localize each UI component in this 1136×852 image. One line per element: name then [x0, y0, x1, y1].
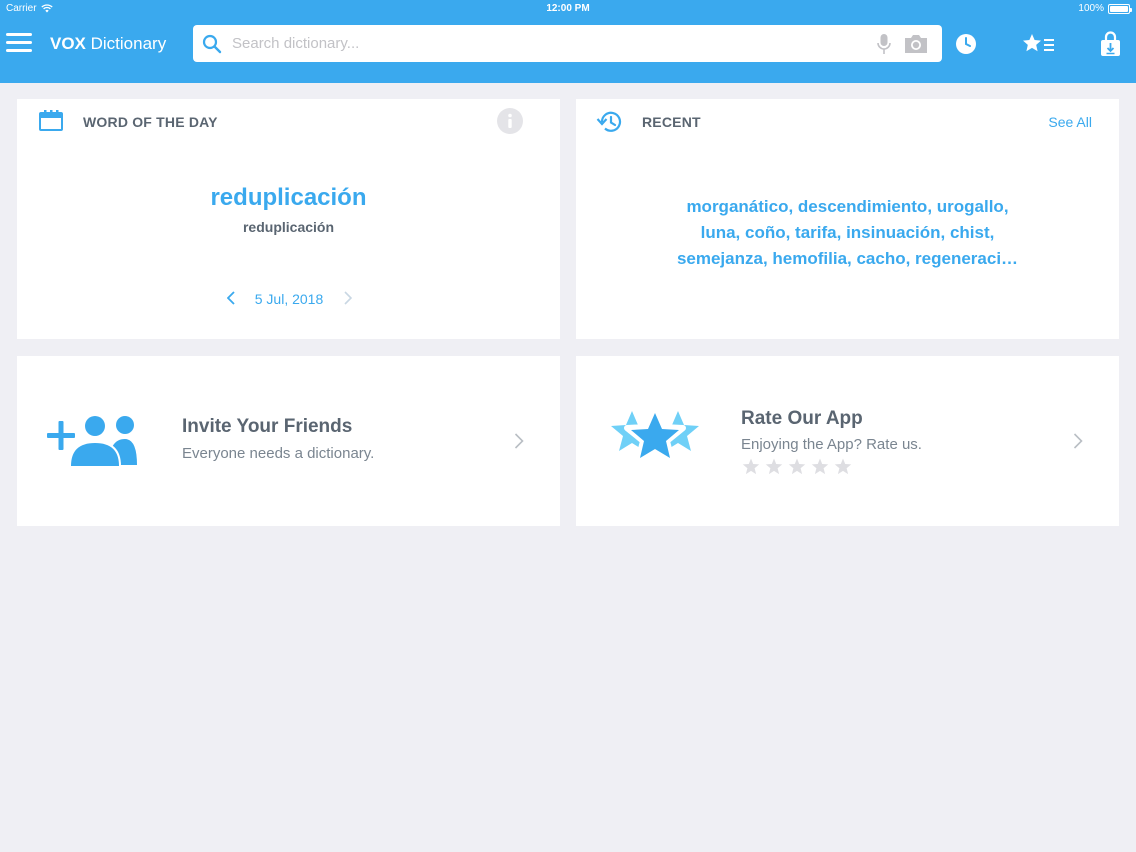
word-of-the-day-word[interactable]: reduplicación	[17, 184, 560, 212]
star-icon[interactable]	[742, 458, 760, 475]
star-icon[interactable]	[765, 458, 783, 475]
star-rating	[742, 458, 852, 475]
app-title: VOX Dictionary	[50, 34, 166, 54]
status-bar: Carrier 12:00 PM 100%	[0, 0, 1136, 18]
recent-card: RECENT See All morganático, descendimien…	[576, 99, 1119, 339]
camera-icon[interactable]	[904, 33, 928, 54]
invite-subtitle: Everyone needs a dictionary.	[182, 445, 375, 462]
previous-day-chevron-icon[interactable]	[227, 291, 235, 305]
recent-words-line[interactable]: semejanza, hemofilia, cacho, regeneraci…	[576, 246, 1119, 272]
favorites-list-icon[interactable]	[1023, 34, 1055, 54]
star-icon[interactable]	[788, 458, 806, 475]
search-bar	[193, 25, 942, 62]
recent-words-line[interactable]: luna, coño, tarifa, insinuación, chist,	[576, 220, 1119, 246]
chevron-right-icon	[514, 433, 524, 449]
info-icon[interactable]	[497, 108, 523, 134]
top-bar: Carrier 12:00 PM 100% VOX Dictionary	[0, 0, 1136, 83]
recent-words-line[interactable]: morganático, descendimiento, urogallo,	[576, 194, 1119, 220]
menu-button[interactable]	[6, 33, 32, 55]
hamburger-icon	[6, 33, 32, 36]
microphone-icon[interactable]	[876, 33, 892, 55]
star-icon[interactable]	[811, 458, 829, 475]
stars-icon	[611, 407, 699, 464]
add-friends-icon	[47, 414, 137, 466]
word-of-the-day-date: 5 Jul, 2018	[254, 291, 324, 307]
download-lock-icon[interactable]	[1101, 31, 1120, 57]
chevron-right-icon	[1073, 433, 1083, 449]
search-input[interactable]	[232, 25, 852, 62]
app-title-brand: VOX	[50, 34, 86, 53]
rate-title: Rate Our App	[741, 408, 863, 429]
recent-title: RECENT	[642, 114, 701, 130]
history-icon	[596, 111, 622, 132]
status-time: 12:00 PM	[546, 3, 590, 14]
calendar-icon	[39, 110, 63, 131]
rate-app-card[interactable]: Rate Our App Enjoying the App? Rate us.	[576, 356, 1119, 526]
word-of-the-day-headword: reduplicación	[242, 219, 335, 235]
search-icon	[202, 34, 222, 54]
battery-label: 100%	[1078, 3, 1104, 14]
battery-icon	[1108, 3, 1132, 14]
recent-words: morganático, descendimiento, urogallo, l…	[576, 194, 1119, 272]
rate-subtitle: Enjoying the App? Rate us.	[741, 436, 922, 453]
next-day-chevron-icon[interactable]	[344, 291, 352, 305]
invite-title: Invite Your Friends	[182, 416, 353, 437]
history-clock-icon[interactable]	[955, 33, 977, 55]
word-of-the-day-card: WORD OF THE DAY reduplicación reduplicac…	[17, 99, 560, 339]
invite-friends-card[interactable]: Invite Your Friends Everyone needs a dic…	[17, 356, 560, 526]
app-title-rest: Dictionary	[85, 34, 167, 53]
battery-indicator: 100%	[1078, 3, 1132, 14]
star-icon[interactable]	[834, 458, 852, 475]
word-of-the-day-title: WORD OF THE DAY	[83, 114, 218, 130]
see-all-link[interactable]: See All	[1048, 114, 1092, 130]
